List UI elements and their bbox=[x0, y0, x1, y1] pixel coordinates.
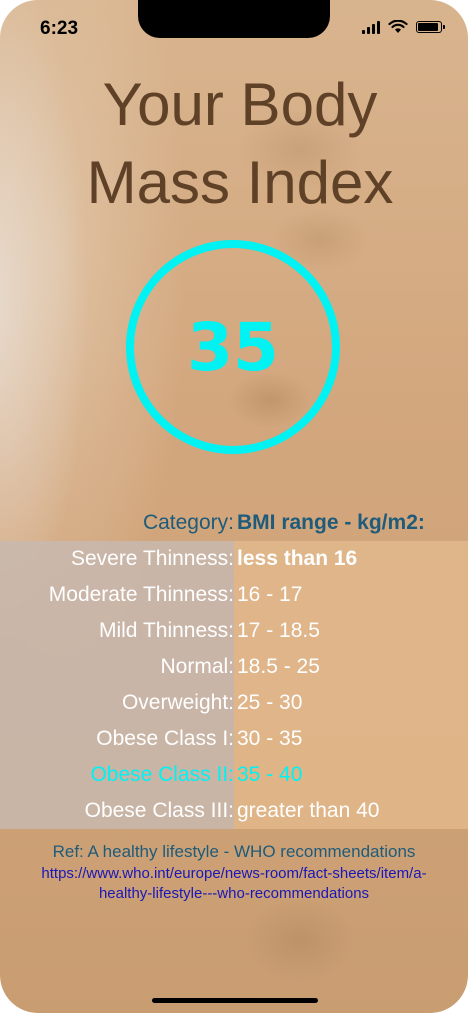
row-category: Mild Thinness: bbox=[98, 619, 234, 642]
table-row: Moderate Thinness: 16 - 17 bbox=[0, 577, 468, 613]
page-title: Your Body Mass Index bbox=[40, 66, 440, 222]
row-category: Overweight: bbox=[121, 691, 234, 714]
row-category: Severe Thinness: bbox=[70, 547, 234, 570]
table-row: Normal: 18.5 - 25 bbox=[0, 649, 468, 685]
row-range: 30 - 35 bbox=[237, 727, 303, 750]
reference-link[interactable]: https://www.who.int/europe/news-room/fac… bbox=[0, 864, 468, 904]
table-row: Obese Class III: greater than 40 bbox=[0, 793, 468, 829]
row-category: Obese Class III: bbox=[84, 799, 234, 822]
row-range: 25 - 30 bbox=[237, 691, 303, 714]
status-icons bbox=[362, 20, 445, 34]
signal-icon bbox=[362, 20, 380, 34]
wifi-icon bbox=[388, 20, 408, 33]
table-body: Severe Thinness: less than 16 Moderate T… bbox=[0, 541, 468, 829]
row-range: greater than 40 bbox=[237, 799, 380, 822]
bmi-category-table: Category: BMI range - kg/m2: Severe Thin… bbox=[0, 505, 468, 829]
table-row: Overweight: 25 - 30 bbox=[0, 685, 468, 721]
table-row: Obese Class I: 30 - 35 bbox=[0, 721, 468, 757]
battery-icon bbox=[416, 21, 445, 33]
row-range: 35 - 40 bbox=[237, 763, 303, 786]
reference-link-line-1[interactable]: https://www.who.int/europe/news-room/fac… bbox=[0, 864, 468, 884]
row-category: Obese Class I: bbox=[96, 727, 234, 750]
row-range: 16 - 17 bbox=[237, 583, 303, 606]
row-range: 18.5 - 25 bbox=[237, 655, 320, 678]
table-row: Severe Thinness: less than 16 bbox=[0, 541, 468, 577]
home-indicator[interactable] bbox=[152, 998, 318, 1003]
app-screen: 6:23 Your Body Mass Index 35 Category: B… bbox=[0, 0, 468, 1013]
table-row-highlighted: Obese Class II: 35 - 40 bbox=[0, 757, 468, 793]
row-category: Normal: bbox=[160, 655, 234, 678]
title-line-2: Mass Index bbox=[86, 149, 394, 216]
status-time: 6:23 bbox=[40, 18, 79, 39]
battery-level bbox=[418, 23, 438, 31]
header-range: BMI range - kg/m2: bbox=[237, 511, 425, 534]
title-line-1: Your Body bbox=[102, 71, 378, 138]
header-category: Category: bbox=[142, 511, 234, 534]
table-row: Mild Thinness: 17 - 18.5 bbox=[0, 613, 468, 649]
table-header: Category: BMI range - kg/m2: bbox=[0, 505, 468, 541]
reference-link-line-2[interactable]: healthy-lifestyle---who-recommendations bbox=[0, 884, 468, 904]
row-range: 17 - 18.5 bbox=[237, 619, 320, 642]
bmi-circle: 35 bbox=[126, 240, 340, 454]
notch bbox=[138, 0, 330, 38]
reference-text: Ref: A healthy lifestyle - WHO recommend… bbox=[52, 842, 416, 861]
row-category: Obese Class II: bbox=[90, 763, 234, 786]
row-category: Moderate Thinness: bbox=[48, 583, 234, 606]
row-range: less than 16 bbox=[237, 547, 358, 570]
bmi-value: 35 bbox=[187, 308, 279, 386]
